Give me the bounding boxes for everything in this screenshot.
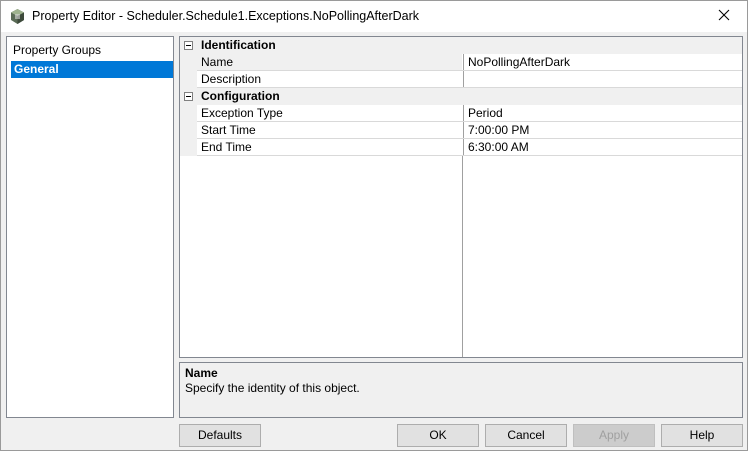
category-configuration[interactable]: Configuration xyxy=(180,88,742,105)
property-value-start-time[interactable]: 7:00:00 PM xyxy=(463,122,742,138)
help-description: Specify the identity of this object. xyxy=(185,381,360,395)
property-value-name[interactable]: NoPollingAfterDark xyxy=(463,54,742,70)
property-row-start-time[interactable]: Start Time 7:00:00 PM xyxy=(180,122,742,139)
close-icon xyxy=(718,9,730,24)
defaults-button[interactable]: Defaults xyxy=(179,424,261,447)
apply-button[interactable]: Apply xyxy=(573,424,655,447)
property-row-end-time[interactable]: End Time 6:30:00 AM xyxy=(180,139,742,156)
property-row-exception-type[interactable]: Exception Type Period xyxy=(180,105,742,122)
collapse-icon[interactable] xyxy=(184,92,193,101)
category-label: Configuration xyxy=(201,89,280,103)
property-value-end-time[interactable]: 6:30:00 AM xyxy=(463,139,742,155)
help-button[interactable]: Help xyxy=(661,424,743,447)
property-value-description[interactable] xyxy=(463,71,742,87)
property-value-exception-type[interactable]: Period xyxy=(463,105,742,121)
property-editor-window: Property Editor - Scheduler.Schedule1.Ex… xyxy=(0,0,748,451)
group-item-general[interactable]: General xyxy=(11,61,173,78)
help-title: Name xyxy=(185,366,218,380)
title-bar[interactable]: Property Editor - Scheduler.Schedule1.Ex… xyxy=(1,1,747,32)
property-groups-panel[interactable]: Property Groups General xyxy=(6,36,174,418)
app-icon xyxy=(9,8,26,25)
property-name[interactable]: Name xyxy=(197,54,462,70)
category-label: Identification xyxy=(201,38,276,52)
category-identification[interactable]: Identification xyxy=(180,37,742,54)
help-panel: Name Specify the identity of this object… xyxy=(179,362,743,418)
property-name[interactable]: Exception Type xyxy=(197,105,462,121)
close-button[interactable] xyxy=(701,1,747,32)
window-title: Property Editor - Scheduler.Schedule1.Ex… xyxy=(32,9,420,23)
property-name[interactable]: Description xyxy=(197,71,462,87)
cancel-button[interactable]: Cancel xyxy=(485,424,567,447)
property-row-description[interactable]: Description xyxy=(180,71,742,88)
column-divider[interactable] xyxy=(462,156,463,357)
collapse-icon[interactable] xyxy=(184,41,193,50)
property-row-name[interactable]: Name NoPollingAfterDark xyxy=(180,54,742,71)
property-grid[interactable]: Identification Name NoPollingAfterDark D… xyxy=(179,36,743,358)
property-name[interactable]: End Time xyxy=(197,139,462,155)
property-name[interactable]: Start Time xyxy=(197,122,462,138)
property-groups-header: Property Groups xyxy=(13,43,102,57)
ok-button[interactable]: OK xyxy=(397,424,479,447)
